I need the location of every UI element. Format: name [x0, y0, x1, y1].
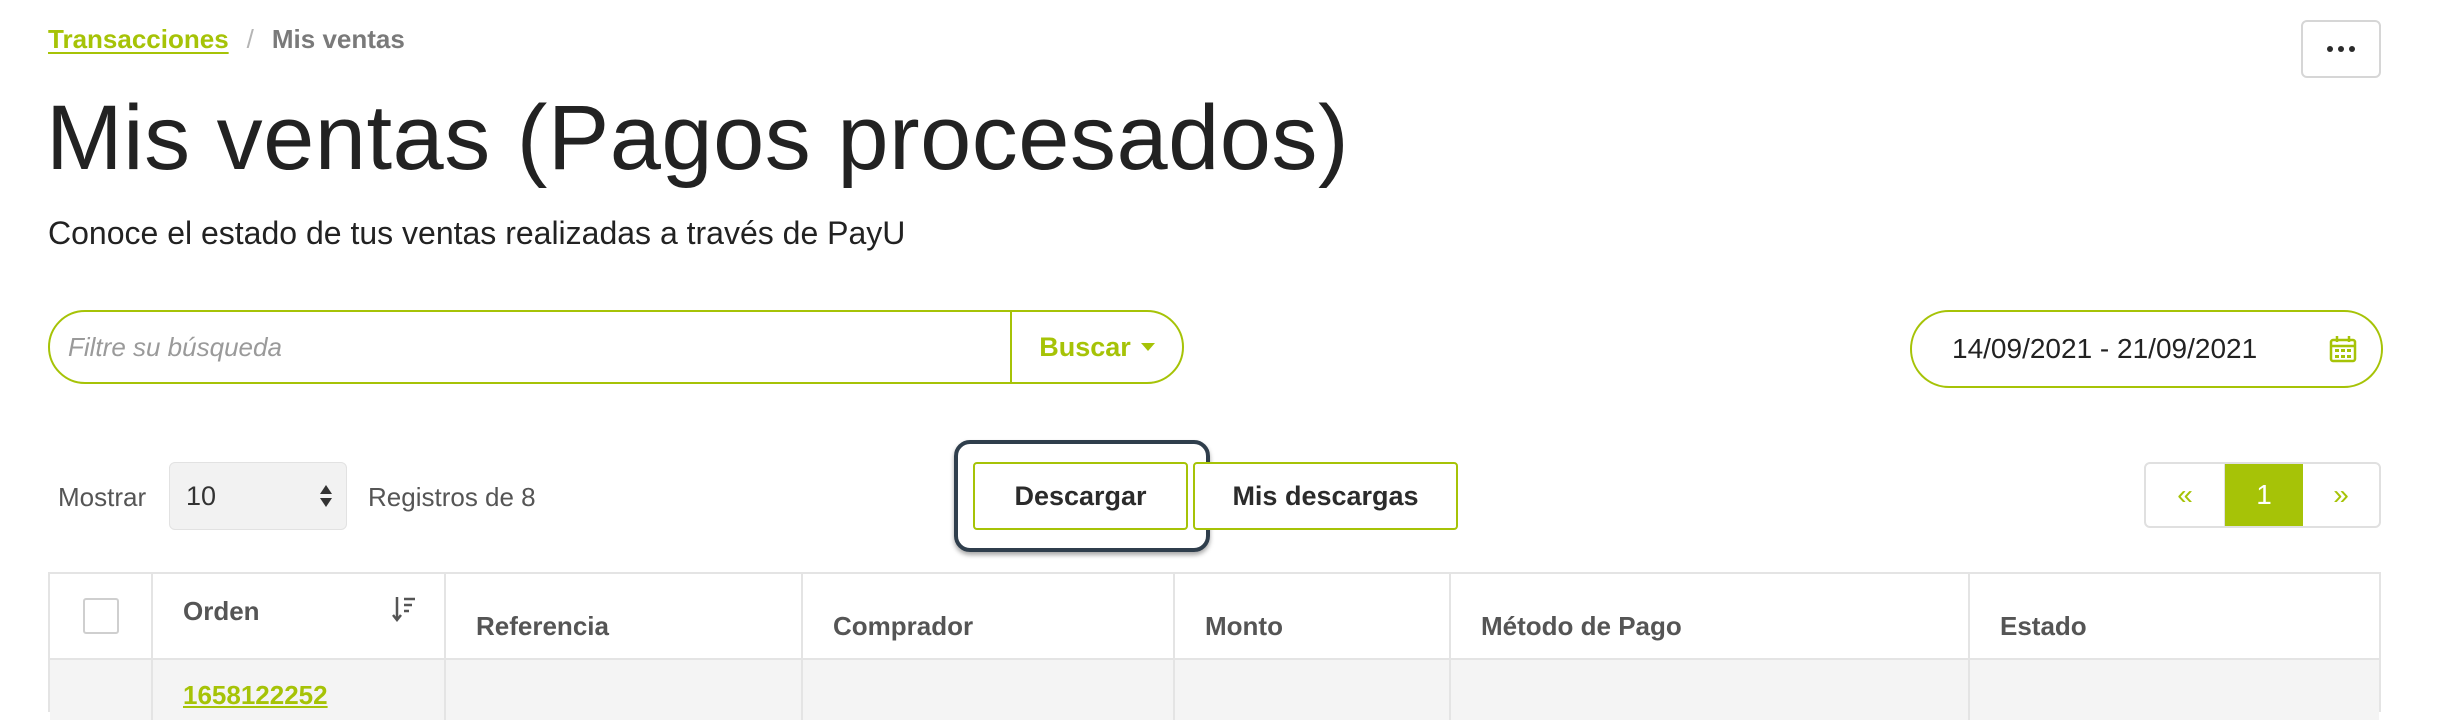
- sort-descending-icon[interactable]: [392, 596, 416, 622]
- transactions-table: Orden Referencia Comprador Monto Método …: [48, 572, 2381, 720]
- select-all-cell: [50, 574, 153, 658]
- pagination-page-1[interactable]: 1: [2225, 464, 2303, 526]
- caret-down-icon: [1140, 343, 1155, 351]
- search-input[interactable]: [50, 312, 1010, 382]
- row-checkbox-cell: [50, 660, 153, 720]
- ellipsis-icon: [2327, 46, 2333, 52]
- pagination-prev-button[interactable]: «: [2146, 464, 2225, 526]
- breadcrumb-link-transacciones[interactable]: Transacciones: [48, 24, 229, 55]
- row-reference-cell: [446, 660, 803, 720]
- column-header-buyer[interactable]: Comprador: [803, 574, 1175, 658]
- breadcrumb-current: Mis ventas: [271, 24, 405, 54]
- column-header-status[interactable]: Estado: [1970, 574, 2379, 658]
- breadcrumb-separator: /: [246, 24, 254, 54]
- row-order-cell: 1658122252: [153, 660, 446, 720]
- row-buyer-cell: [803, 660, 1175, 720]
- column-header-payment-method[interactable]: Método de Pago: [1451, 574, 1970, 658]
- row-status-cell: [1970, 660, 2379, 720]
- page-title: Mis ventas (Pagos procesados): [46, 87, 1350, 189]
- page-subtitle: Conoce el estado de tus ventas realizada…: [48, 215, 906, 251]
- column-header-amount[interactable]: Monto: [1175, 574, 1451, 658]
- select-all-checkbox[interactable]: [82, 598, 119, 634]
- column-header-label: Orden: [183, 596, 260, 626]
- date-range-picker[interactable]: 14/09/2021 - 21/09/2021: [1910, 310, 2383, 388]
- order-link[interactable]: 1658122252: [153, 660, 444, 711]
- row-payment-method-cell: [1451, 660, 1970, 720]
- search-bar: Buscar: [48, 310, 1184, 384]
- table-header: Orden Referencia Comprador Monto Método …: [50, 574, 2379, 660]
- calendar-icon: [2329, 335, 2357, 363]
- ellipsis-dot: [2338, 46, 2344, 52]
- row-amount-cell: [1175, 660, 1451, 720]
- ellipsis-dot: [2349, 46, 2355, 52]
- select-arrows-icon: [320, 485, 332, 507]
- column-header-reference[interactable]: Referencia: [446, 574, 803, 658]
- my-downloads-button[interactable]: Mis descargas: [1193, 462, 1458, 530]
- page-size-select[interactable]: 10: [169, 462, 347, 530]
- search-button[interactable]: Buscar: [1010, 312, 1182, 382]
- pagination: « 1 »: [2144, 462, 2381, 528]
- table-row: 1658122252: [50, 660, 2379, 720]
- download-button[interactable]: Descargar: [973, 462, 1188, 530]
- page-size-value: 10: [186, 480, 217, 511]
- column-header-order[interactable]: Orden: [153, 574, 446, 658]
- pagination-next-button[interactable]: »: [2303, 464, 2379, 526]
- show-entries-label: Mostrar: [58, 482, 147, 512]
- more-options-button[interactable]: [2301, 20, 2381, 78]
- breadcrumb: Transacciones / Mis ventas: [48, 24, 405, 55]
- records-count-label: Registros de 8: [368, 482, 536, 512]
- search-button-label: Buscar: [1039, 331, 1131, 362]
- date-range-value: 14/09/2021 - 21/09/2021: [1952, 333, 2258, 364]
